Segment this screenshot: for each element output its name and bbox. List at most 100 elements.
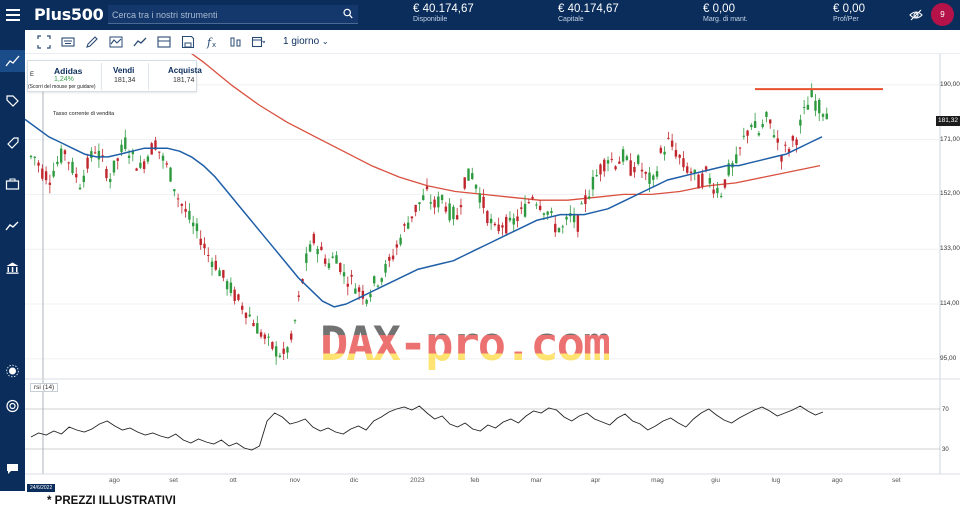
hamburger-menu-icon[interactable] (6, 9, 20, 21)
chat-icon (7, 464, 18, 474)
candle-body (557, 227, 561, 232)
search-icon[interactable] (343, 8, 353, 20)
candle-body (640, 169, 644, 172)
candle-body (256, 323, 259, 334)
current-price-tag: 181,32 (936, 116, 960, 126)
candle-body (342, 272, 346, 277)
candle-body (655, 171, 659, 177)
candle-body (818, 99, 821, 114)
price-tick-label: 190,00 (940, 80, 960, 88)
candle-body (459, 205, 463, 208)
sell-button[interactable]: Vendi (113, 66, 134, 75)
rsi-indicator-label[interactable]: rsi (14) (30, 383, 59, 392)
candle-body (772, 135, 776, 138)
buy-button[interactable]: Acquista (168, 66, 202, 75)
price-chart[interactable]: 30 70 (25, 54, 960, 491)
fullscreen-button[interactable] (37, 35, 51, 49)
candle-body (761, 123, 764, 128)
candle-body (546, 211, 549, 215)
candle-body (742, 135, 745, 137)
divider (148, 63, 149, 90)
candle-body (116, 158, 119, 161)
candle-body (146, 156, 150, 162)
sell-price[interactable]: 181,34 (114, 77, 135, 84)
sidebar-item-label[interactable] (0, 131, 25, 153)
candle-body (712, 189, 715, 194)
candle-body (63, 150, 67, 155)
chart-type-button[interactable] (133, 35, 147, 49)
candle-body (169, 167, 172, 182)
instrument-search[interactable] (108, 5, 358, 24)
sun-icon (6, 364, 19, 378)
hide-balance-eye-icon[interactable] (909, 8, 923, 22)
candle-body (274, 346, 278, 357)
candle-body (120, 144, 123, 152)
rsi-line (30, 405, 824, 451)
buy-price[interactable]: 181,74 (173, 77, 194, 84)
sidebar-item-trends[interactable] (0, 215, 25, 237)
sidebar-item-target[interactable] (0, 395, 25, 417)
candle-body (497, 224, 500, 232)
layout-button[interactable] (157, 35, 171, 49)
candles-icon (230, 37, 241, 47)
top-bar: Plus500 € 40.174,67 Disponibile € 40.174… (0, 0, 960, 30)
candle-body (384, 263, 387, 273)
chart-grid (25, 54, 960, 475)
candle-body (565, 216, 568, 220)
candle-body (757, 133, 761, 136)
indicator-button[interactable] (109, 35, 123, 49)
candle-body (821, 114, 825, 117)
candle-body (633, 166, 636, 173)
candle-body (142, 161, 146, 170)
sidebar-item-portfolio[interactable] (0, 173, 25, 195)
timeframe-selector[interactable]: 1 giorno ⌄ (283, 36, 329, 47)
crosshair-date-tag: 24/6/2022 (27, 484, 56, 492)
candle-body (210, 261, 214, 268)
candle-body (391, 255, 395, 260)
candle-body (550, 211, 553, 214)
candle-body (603, 159, 606, 172)
candle-body (520, 207, 523, 209)
candle-body (508, 217, 512, 221)
long-moving-average (191, 54, 821, 201)
compare-button[interactable] (229, 35, 243, 49)
candle-body (765, 111, 768, 117)
candle-body (214, 260, 217, 270)
sidebar-item-chart[interactable] (0, 50, 25, 72)
month-tick-label: dic (349, 477, 359, 484)
search-input[interactable] (112, 7, 332, 22)
ma-short-line (25, 118, 823, 308)
price-tick-label: 133,00 (940, 245, 960, 253)
candle-body (395, 244, 399, 248)
rsi-panel: 30 70 (25, 405, 949, 453)
draw-button[interactable] (85, 35, 99, 49)
candle-body (67, 162, 70, 164)
candle-body (184, 208, 187, 212)
sidebar-item-tag[interactable] (0, 90, 25, 112)
candle-body (48, 182, 52, 185)
candle-body (776, 138, 779, 143)
sidebar-item-theme[interactable] (0, 360, 25, 382)
candle-body (278, 355, 282, 357)
save-button[interactable] (181, 35, 195, 49)
candle-body (403, 224, 406, 226)
function-button[interactable]: fx (205, 35, 219, 49)
candle-body (689, 171, 693, 173)
candle-body (312, 233, 316, 244)
candle-body (399, 237, 402, 245)
candle-body (614, 166, 617, 170)
function-icon: fx (206, 36, 216, 49)
candle-body (339, 263, 342, 273)
brand-logo[interactable]: Plus500 (34, 5, 104, 24)
candle-body (90, 151, 93, 158)
news-button[interactable] (61, 35, 75, 49)
candle-body (425, 186, 429, 190)
candle-body (474, 184, 478, 189)
sidebar-item-bank[interactable] (0, 257, 25, 279)
candle-body (93, 152, 97, 154)
calendar-button[interactable] (251, 35, 266, 49)
sidebar-item-chat[interactable] (0, 458, 25, 480)
instrument-name: Adidas (54, 66, 83, 76)
notification-badge[interactable]: 9 (931, 3, 954, 26)
candle-body (180, 204, 184, 206)
